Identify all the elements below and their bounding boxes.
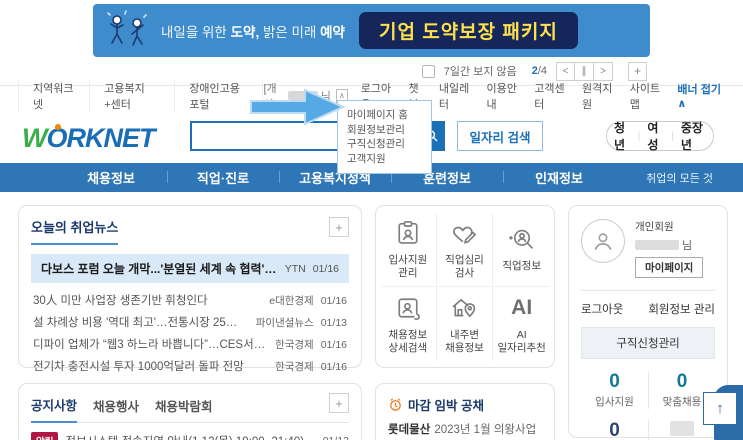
banner-controls: 7일간 보지 않음 2/4 < ∥ > + [421, 61, 647, 81]
logo-orange-dot [55, 124, 61, 130]
heart-pencil-icon [453, 226, 477, 244]
job-apply-mgmt-button[interactable]: 구직신청관리 [581, 327, 715, 359]
person-magnifier-icon [508, 230, 533, 250]
headline-source: YTN [284, 262, 306, 275]
audience-link-middle-aged[interactable]: 중장년 [674, 119, 713, 153]
util-link-guide[interactable]: 이용안내 [487, 80, 522, 112]
quicklink-job-info[interactable]: 직업정보 [493, 212, 550, 287]
avatar [581, 219, 625, 263]
scroll-to-top-button[interactable]: ↑ [703, 392, 737, 425]
person-icon [594, 233, 612, 250]
menu-item-mypage-home[interactable]: 마이페이지 홈 [347, 108, 422, 123]
blurred-member-name [635, 240, 679, 250]
banner-slogan: 내일을 위한 도약, 밝은 미래 예약 [161, 24, 345, 40]
menu-item-account-info[interactable]: 회원정보관리 [347, 123, 422, 138]
member-logout-link[interactable]: 로그아웃 [581, 301, 623, 317]
util-link-regional-worknet[interactable]: 지역워크넷 [18, 79, 91, 112]
clipboard-person-icon [398, 220, 418, 244]
util-link-remote-support[interactable]: 원격지원 [582, 80, 617, 112]
closing-soon-item[interactable]: 롯데물산2023년 1월 의왕사업장 시설관리(건축) 경 ... [388, 422, 542, 440]
menu-item-job-apply-mgmt[interactable]: 구직신청관리 [347, 137, 422, 152]
util-link-sitemap[interactable]: 사이트맵 [630, 80, 665, 112]
stat-applications[interactable]: 0 입사지원 [581, 371, 648, 409]
mypage-button[interactable]: 마이페이지 [635, 257, 704, 278]
job-news-panel: 오늘의 취업뉴스 + 다보스 포럼 오늘 개막...'분열된 세계 속 협력' … [18, 205, 362, 373]
closing-soon-panel: 마감 임박 공채 롯데물산2023년 1월 의왕사업장 시설관리(건축) 경 .… [375, 383, 555, 440]
audience-link-women[interactable]: 여성 [640, 119, 671, 153]
promo-banner[interactable]: 내일을 위한 도약, 밝은 미래 예약 기업 도약보장 패키지 [93, 4, 650, 57]
quicklink-job-detail-search[interactable]: 채용정보 상세검색 [380, 286, 437, 361]
news-headline[interactable]: 다보스 포럼 오늘 개막...'분열된 세계 속 협력' 논의 YTN 01/16 [31, 254, 349, 283]
house-pin-icon [452, 298, 476, 317]
annotation-arrow-icon [250, 88, 345, 126]
alarm-clock-icon [390, 398, 401, 411]
banner-prev-button[interactable]: < [556, 61, 575, 81]
notice-panel: 공지사항 채용행사 채용박람회 + 알림 정보시스템 접속지연 안내(1.12(… [18, 383, 362, 440]
headline-date: 01/16 [312, 262, 339, 275]
ai-icon: AI [511, 295, 533, 319]
tab-recruit-events[interactable]: 채용행사 [93, 396, 139, 422]
news-row[interactable]: 30人 미만 사업장 생존기반 휘청인다 e대한경제 01/16 [31, 289, 349, 311]
banner-expand-button[interactable]: + [628, 61, 647, 81]
alert-badge: 알림 [31, 432, 59, 440]
arrow-up-icon: ↑ [716, 400, 724, 417]
tab-notices[interactable]: 공지사항 [31, 395, 78, 423]
quicklink-ai-job-recommendation[interactable]: AI AI 일자리추천 [493, 287, 550, 362]
worknet-homepage: 내일을 위한 도약, 밝은 미래 예약 기업 도약보장 패키지 7일간 보지 않… [0, 0, 743, 440]
news-row[interactable]: 설 차례상 비용 '역대 최고'…전통시장 25만원·마트 36만원 파이낸셜뉴… [31, 311, 349, 333]
worknet-logo[interactable]: WORKNET [22, 123, 155, 154]
banner-next-button[interactable]: > [594, 61, 613, 81]
logo-rest-letters: ORKNET [46, 123, 155, 153]
util-link-customer-center[interactable]: 고객센터 [534, 80, 569, 112]
scroll-person-icon [398, 298, 420, 320]
tab-job-fairs[interactable]: 채용박람회 [155, 396, 213, 422]
audience-link-youth[interactable]: 청년 [607, 119, 638, 153]
quick-links-panel: 입사지원 관리 직업심리 검사 직업정보 채용정보 상세검색 내주변 채용정보 … [375, 205, 555, 368]
menu-item-customer-support[interactable]: 고객지원 [347, 152, 422, 167]
nav-item-talent[interactable]: 인재정보 [503, 168, 615, 187]
dismiss-label: 7일간 보지 않음 [443, 66, 517, 78]
quicklink-job-application-mgmt[interactable]: 입사지원 관리 [380, 212, 437, 287]
jumping-people-illustration [107, 9, 147, 46]
util-link-employment-welfare-center[interactable]: 고용복지+센터 [90, 79, 176, 112]
banner-collapse-link[interactable]: 배너 접기 ∧ [677, 81, 725, 110]
quicklink-psych-test[interactable]: 직업심리 검사 [436, 212, 494, 287]
banner-pause-button[interactable]: ∥ [575, 61, 594, 81]
news-row[interactable]: 디파이 업체가 “웹3 하느라 바쁩니다”…CES서 밀려난 암호… 한국경제0… [31, 333, 349, 355]
nav-link-all-employment[interactable]: 취업의 모든 것 [646, 170, 713, 186]
banner-badge[interactable]: 기업 도약보장 패키지 [358, 12, 578, 49]
news-row[interactable]: 전기차 충전시설 투자 1000억달러 돌파 전망 한국경제 01/16 [31, 355, 349, 377]
member-account-link[interactable]: 회원정보 관리 [648, 301, 715, 317]
news-panel-title: 오늘의 취업뉴스 [31, 217, 119, 245]
audience-quick-links: 청년 | 여성 | 중장년 [606, 119, 714, 153]
user-dropdown-menu: 마이페이지 홈 회원정보관리 구직신청관리 고객지원 [337, 100, 432, 174]
nav-item-jobs[interactable]: 채용정보 [55, 168, 167, 187]
member-type-label: 개인회원 [635, 221, 674, 233]
blurred-stat-value [670, 421, 694, 436]
notice-row[interactable]: 알림 정보시스템 접속지연 안내(1.12(목) 19:00~21:40) 01… [31, 432, 349, 440]
job-search-button[interactable]: 일자리 검색 [457, 121, 543, 151]
dismiss-checkbox[interactable] [421, 64, 435, 78]
company-name: 롯데물산 [388, 424, 431, 436]
notice-more-button[interactable]: + [329, 393, 349, 413]
banner-pagination: 2/4 [531, 65, 547, 77]
util-link-newsletter[interactable]: 내일레터 [439, 80, 474, 112]
logo-w-letter: W [22, 123, 48, 153]
closing-soon-title: 마감 임박 공채 [408, 399, 484, 413]
quicklink-nearby-jobs[interactable]: 내주변 채용정보 [437, 286, 494, 361]
news-more-button[interactable]: + [329, 217, 349, 237]
stat-job-offers[interactable]: 0 입사제안 [581, 420, 648, 440]
nav-item-career[interactable]: 직업·진로 [167, 168, 279, 187]
